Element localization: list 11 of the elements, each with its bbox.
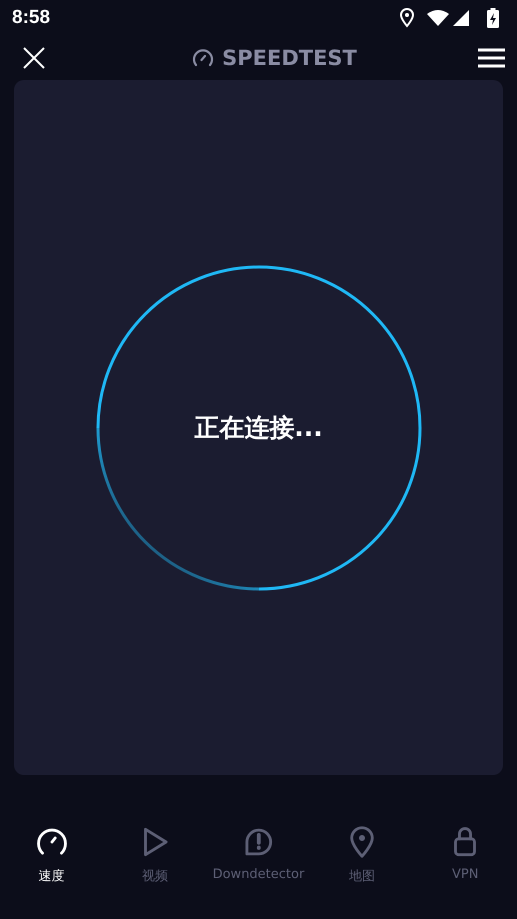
nav-tab[interactable]: 速度	[0, 819, 104, 889]
app-title: SPEEDTEST	[222, 46, 357, 70]
nav-tab[interactable]: 视频	[104, 819, 207, 889]
nav-tab[interactable]: Downdetector	[206, 819, 310, 886]
connecting-status: 正在连接...	[194, 412, 323, 444]
nav-tab[interactable]: VPN	[414, 819, 517, 886]
nav-tab[interactable]: 地图	[310, 819, 414, 889]
menu-button[interactable]	[476, 46, 507, 70]
status-time: 8:58	[12, 7, 50, 29]
battery-icon	[487, 8, 499, 28]
location-icon	[399, 8, 415, 28]
